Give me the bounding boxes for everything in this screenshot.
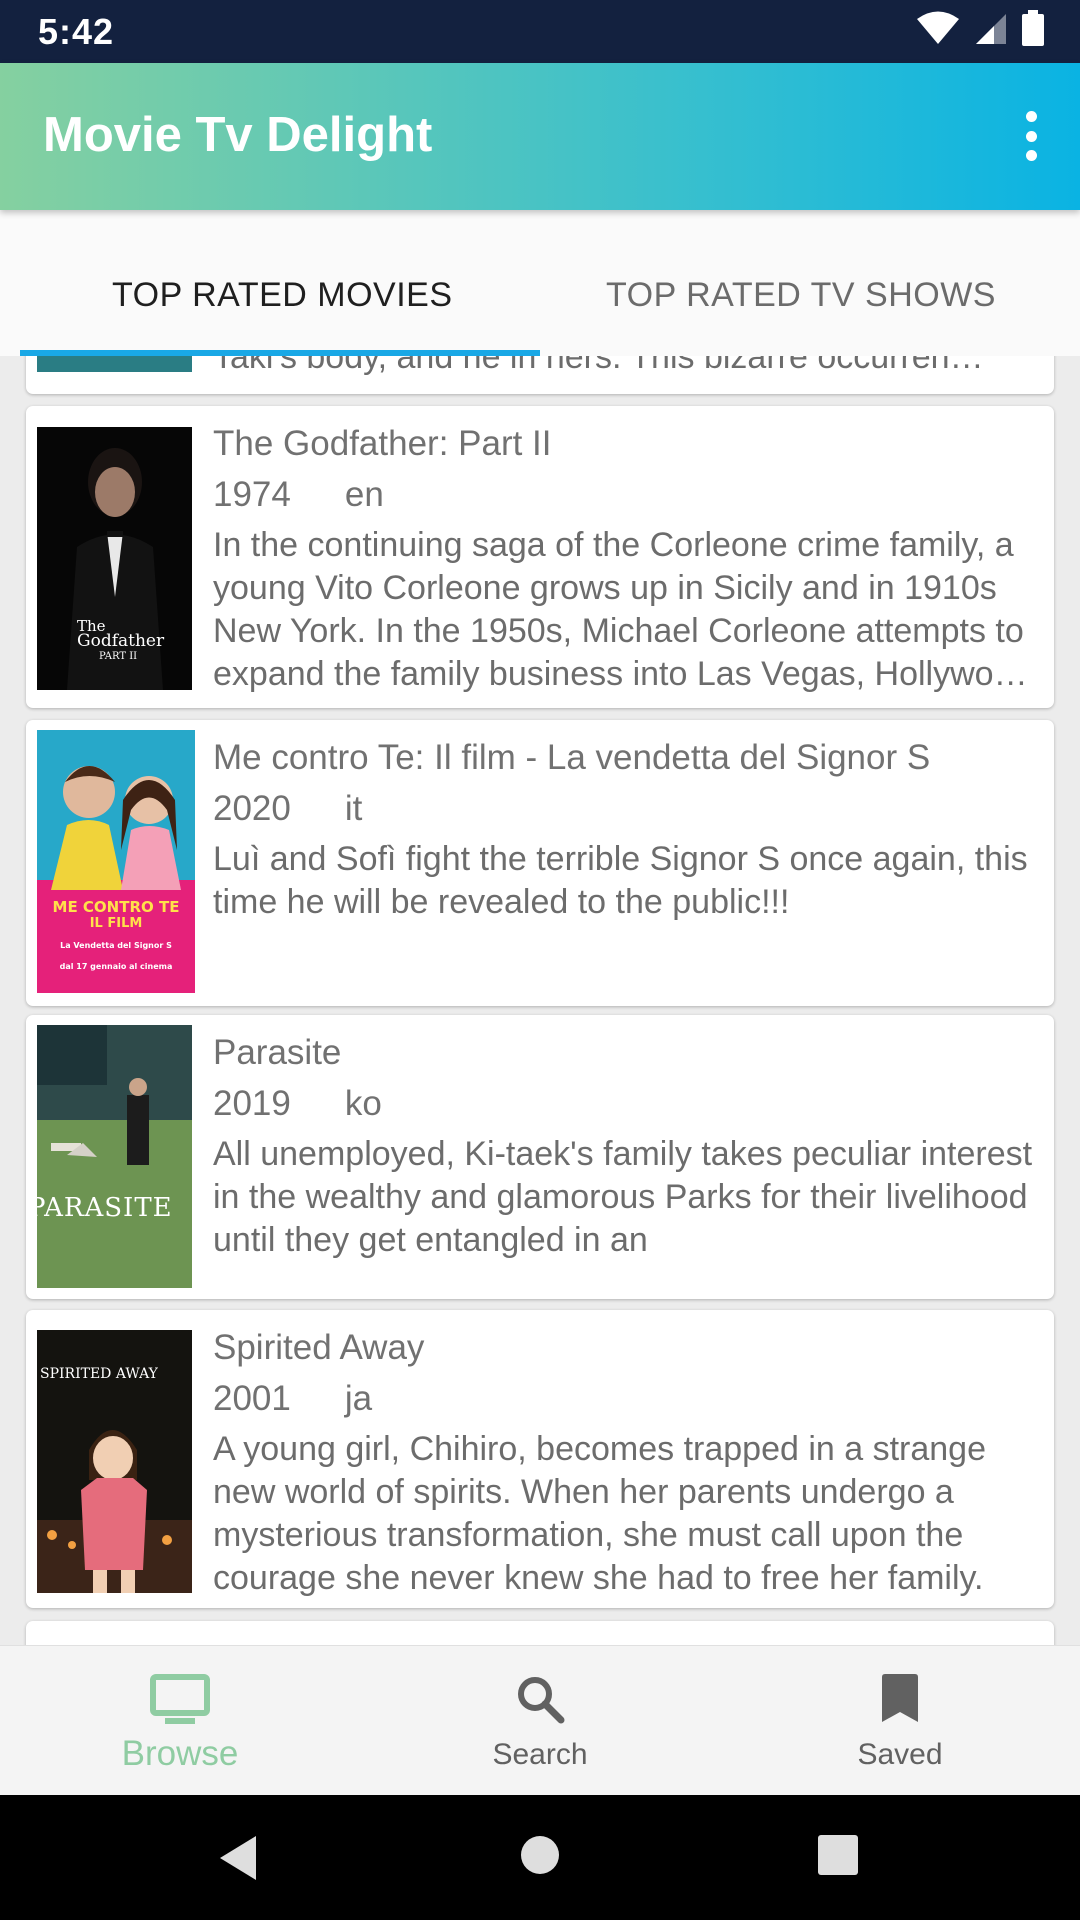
movie-list[interactable]: Taki's body, and he in hers. This bizarr…	[0, 356, 1080, 1645]
movie-poster: ME CONTRO TE IL FILM La Vendetta del Sig…	[37, 730, 195, 993]
nav-browse[interactable]: Browse	[0, 1646, 360, 1796]
movie-meta: 2001 ja	[213, 1378, 1044, 1420]
home-icon[interactable]	[520, 1835, 560, 1875]
movie-card[interactable]: The Godfather PART II The Godfather: Par…	[26, 406, 1054, 708]
movie-year: 2019	[213, 1084, 291, 1123]
movie-overview: In the continuing saga of the Corleone c…	[213, 526, 1032, 693]
poster-text: ME CONTRO TE IL FILM La Vendetta del Sig…	[52, 898, 180, 971]
movie-year: 2001	[213, 1379, 291, 1418]
tab-top-rated-tv-shows[interactable]: TOP RATED TV SHOWS	[606, 276, 996, 315]
status-bar: 5:42	[0, 0, 1080, 63]
movie-language: it	[344, 789, 363, 828]
signal-icon	[976, 14, 1006, 44]
movie-meta: 2019 ko	[213, 1083, 1044, 1125]
movie-card[interactable]	[26, 1621, 1054, 1645]
movie-year: 2020	[213, 789, 291, 828]
movie-card[interactable]: ME CONTRO TE IL FILM La Vendetta del Sig…	[26, 720, 1054, 1006]
poster-text: SPIRITED AWAY	[40, 1366, 158, 1382]
poster-text: PARASITE	[37, 1193, 173, 1223]
wifi-icon	[917, 11, 959, 44]
movie-meta: 1974 en	[213, 474, 1044, 516]
status-icons	[916, 10, 1044, 46]
movie-year: 1974	[213, 475, 291, 514]
movie-title: Me contro Te: Il film - La vendetta del …	[213, 738, 931, 777]
movie-card[interactable]: Taki's body, and he in hers. This bizarr…	[26, 356, 1054, 394]
back-icon[interactable]	[216, 1833, 260, 1883]
movie-language: ko	[344, 1084, 382, 1123]
app-bar: Movie Tv Delight	[0, 63, 1080, 210]
more-vert-icon[interactable]	[1016, 111, 1046, 161]
movie-poster: PARASITE	[37, 1025, 192, 1288]
movie-overview: Taki's body, and he in hers. This bizarr…	[213, 356, 984, 376]
movie-poster	[37, 356, 192, 372]
movie-title: The Godfather: Part II	[213, 424, 552, 463]
nav-saved[interactable]: Saved	[720, 1646, 1080, 1796]
movie-overview: Luì and Sofì fight the terrible Signor S…	[213, 840, 1028, 921]
tab-top-rated-movies[interactable]: TOP RATED MOVIES	[112, 276, 453, 315]
app-title: Movie Tv Delight	[43, 108, 433, 162]
tab-indicator	[20, 350, 540, 356]
search-icon	[518, 1677, 565, 1724]
movie-title: Spirited Away	[213, 1328, 425, 1367]
movie-overview: A young girl, Chihiro, becomes trapped i…	[213, 1430, 987, 1597]
poster-text: The Godfather PART II	[77, 617, 165, 663]
bookmark-icon	[882, 1674, 918, 1722]
bottom-navigation: Browse Search Saved	[0, 1645, 1080, 1796]
tv-icon	[150, 1674, 210, 1724]
recents-icon[interactable]	[817, 1834, 859, 1876]
tab-bar: TOP RATED MOVIES TOP RATED TV SHOWS	[0, 210, 1080, 356]
movie-language: en	[344, 475, 384, 514]
nav-search[interactable]: Search	[360, 1646, 720, 1796]
nav-label: Search	[492, 1738, 588, 1771]
movie-poster: The Godfather PART II	[37, 427, 192, 690]
movie-card[interactable]: SPIRITED AWAY Spirited Away 2001 ja A you…	[26, 1310, 1054, 1608]
nav-label: Saved	[857, 1738, 943, 1771]
system-navigation-bar	[0, 1795, 1080, 1920]
movie-poster: SPIRITED AWAY	[37, 1330, 192, 1593]
battery-icon	[1022, 10, 1044, 46]
status-time: 5:42	[38, 11, 115, 52]
movie-card[interactable]: PARASITE Parasite 2019 ko All unemployed,…	[26, 1015, 1054, 1299]
movie-overview: All unemployed, Ki-taek's family takes p…	[213, 1135, 1033, 1259]
movie-title: Parasite	[213, 1033, 342, 1072]
nav-label: Browse	[121, 1734, 239, 1773]
movie-language: ja	[344, 1379, 373, 1418]
movie-meta: 2020 it	[213, 788, 1044, 830]
